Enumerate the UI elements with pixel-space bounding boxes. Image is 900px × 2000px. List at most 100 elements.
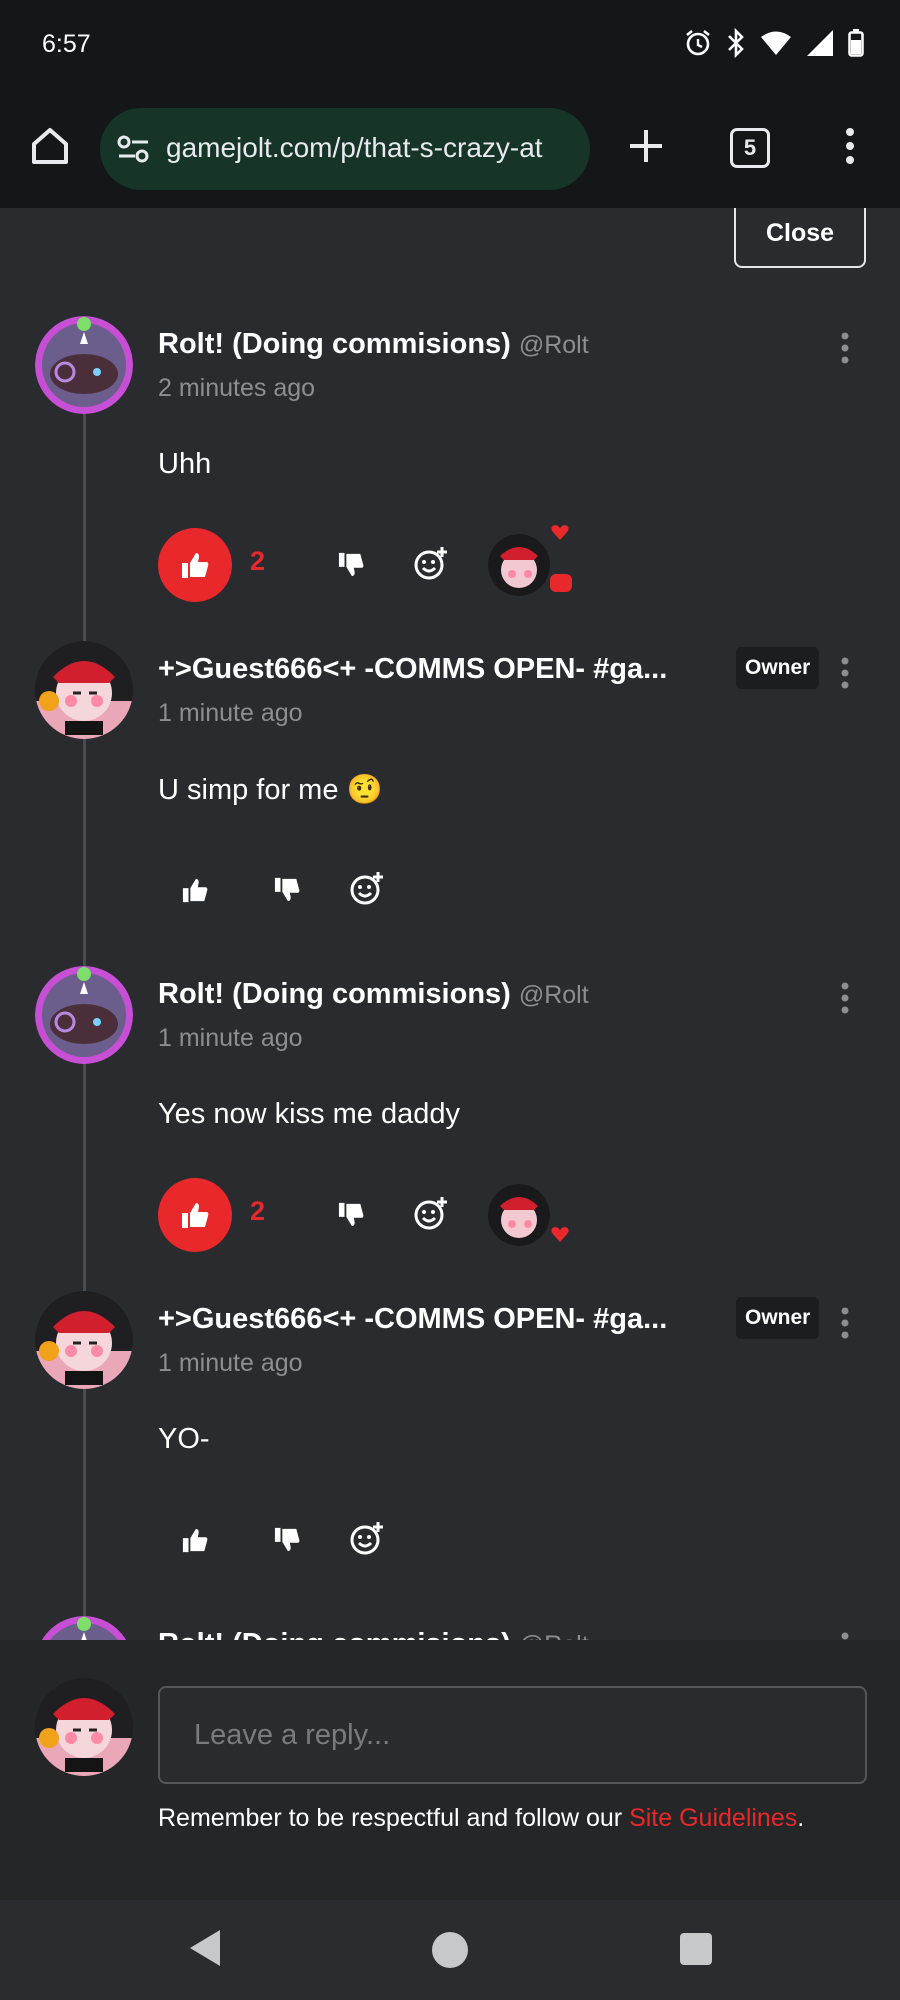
like-button[interactable]: [158, 528, 232, 602]
author-name: +>Guest666<+ -COMMS OPEN- #ga...: [158, 653, 668, 685]
address-bar[interactable]: gamejolt.com/p/that-s-crazy-at: [100, 108, 590, 190]
comment-options-button[interactable]: [838, 980, 852, 1016]
owner-badge: Owner: [736, 647, 820, 689]
thumbs-up-icon: [182, 553, 209, 578]
comment-text: U simp for me 🤨: [158, 774, 383, 806]
thumbs-down-icon: [274, 877, 300, 902]
like-count: 2: [250, 1196, 266, 1226]
dislike-button[interactable]: [326, 540, 376, 590]
add-reaction-icon: [414, 1197, 447, 1230]
like-button[interactable]: [158, 1503, 232, 1577]
comment-actions: [158, 853, 858, 927]
thumbs-up-icon: [182, 1203, 209, 1228]
reactor-avatar[interactable]: [488, 534, 550, 596]
avatar-rolt[interactable]: [35, 316, 133, 414]
thumbs-up-icon: [182, 1528, 208, 1553]
avatar-guest666[interactable]: [35, 1291, 133, 1389]
url-text: gamejolt.com/p/that-s-crazy-at: [166, 132, 543, 163]
thumbs-down-icon: [338, 1202, 364, 1227]
add-reaction-icon: [350, 1522, 383, 1555]
comment-time: 1 minute ago: [158, 1024, 303, 1052]
add-reaction-button[interactable]: [342, 863, 392, 913]
comment-actions: [158, 1503, 858, 1577]
thumbs-down-icon: [274, 1527, 300, 1552]
like-button[interactable]: [158, 853, 232, 927]
comment-actions: 2: [158, 525, 858, 602]
add-reaction-button[interactable]: [342, 1513, 392, 1563]
comment-options-button[interactable]: [838, 1630, 852, 1640]
like-button[interactable]: [158, 1178, 232, 1252]
owner-badge: Owner: [736, 1297, 820, 1339]
guidelines-text: Remember to be respectful and follow our: [158, 1804, 630, 1832]
more-vert-icon: [841, 982, 849, 1014]
comment-time: 1 minute ago: [158, 699, 303, 727]
comment-time: 1 minute ago: [158, 1349, 303, 1377]
author-handle: @Rolt: [519, 1631, 589, 1640]
avatar-rolt[interactable]: [35, 966, 133, 1064]
dislike-button[interactable]: [262, 1515, 312, 1565]
avatar-rolt[interactable]: [35, 1616, 133, 1640]
status-time: 6:57: [42, 30, 91, 58]
more-vert-icon: [841, 332, 849, 364]
author-name: Rolt! (Doing commisions): [158, 1628, 511, 1640]
comment-author[interactable]: Rolt! (Doing commisions) @Rolt: [158, 1628, 589, 1640]
site-guidelines-link[interactable]: Site Guidelines: [629, 1804, 797, 1832]
comment-options-button[interactable]: [838, 330, 852, 366]
add-reaction-button[interactable]: [406, 1188, 456, 1238]
comment-author[interactable]: Rolt! (Doing commisions)@Rolt: [158, 328, 589, 361]
add-reaction-icon: [414, 547, 447, 580]
heart-icon: [551, 1227, 569, 1242]
status-bar: 6:57: [0, 0, 900, 92]
thumbs-up-icon: [182, 878, 208, 903]
comment-author[interactable]: Rolt! (Doing commisions)@Rolt: [158, 978, 589, 1011]
comment-time: 2 minutes ago: [158, 374, 316, 402]
plus-icon: [630, 130, 662, 162]
avatar-guest666[interactable]: [35, 641, 133, 739]
comment-text: Yes now kiss me daddy: [158, 1098, 460, 1130]
current-user-avatar[interactable]: [35, 1678, 133, 1776]
more-vert-icon: [846, 128, 854, 164]
author-name: Rolt! (Doing commisions): [158, 328, 511, 360]
add-reaction-icon: [350, 872, 383, 905]
wifi-icon: [761, 31, 791, 55]
author-name: Rolt! (Doing commisions): [158, 978, 511, 1010]
comment-thread: Close Rolt! (Doing commisions) @Rolt 2 mi…: [0, 208, 900, 1640]
reply-input[interactable]: [158, 1686, 867, 1784]
back-icon[interactable]: [186, 1928, 222, 1968]
comment-text: YO-: [158, 1423, 210, 1455]
new-tab-button[interactable]: [622, 122, 670, 170]
home-nav-button[interactable]: [432, 1932, 468, 1968]
comment-options-button[interactable]: [838, 1305, 852, 1341]
close-button[interactable]: Close: [734, 208, 866, 268]
comment-options-button[interactable]: [838, 655, 852, 691]
home-button[interactable]: [26, 122, 74, 170]
thumbs-down-icon: [338, 552, 364, 577]
reply-composer: Remember to be respectful and follow our…: [0, 1640, 900, 1900]
tab-switcher-button[interactable]: 5: [730, 128, 770, 168]
signal-icon: [807, 30, 833, 56]
dislike-button[interactable]: [326, 1190, 376, 1240]
author-handle: @Rolt: [518, 331, 589, 359]
like-count: 2: [250, 546, 266, 576]
comment-author[interactable]: +>Guest666<+ -COMMS OPEN- #ga...: [158, 653, 667, 686]
more-vert-icon: [841, 1632, 849, 1640]
battery-icon: [848, 29, 864, 57]
more-vert-icon: [841, 1307, 849, 1339]
comment-reaction-icon: [550, 574, 572, 592]
status-icons: [684, 28, 864, 58]
dislike-button[interactable]: [262, 865, 312, 915]
home-icon: [32, 128, 68, 164]
site-settings-icon[interactable]: [116, 133, 152, 165]
add-reaction-button[interactable]: [406, 538, 456, 588]
comment-text: Uhh: [158, 448, 212, 480]
guidelines-period: .: [797, 1804, 805, 1832]
recents-button[interactable]: [680, 1933, 712, 1965]
alarm-icon: [686, 29, 710, 56]
author-name: +>Guest666<+ -COMMS OPEN- #ga...: [158, 1303, 668, 1335]
reactor-avatar[interactable]: [488, 1184, 550, 1246]
guidelines-notice: Remember to be respectful and follow our…: [158, 1804, 804, 1833]
author-handle: @Rolt: [518, 981, 589, 1009]
comment-author[interactable]: +>Guest666<+ -COMMS OPEN- #ga...: [158, 1303, 667, 1336]
browser-menu-button[interactable]: [838, 122, 862, 170]
more-vert-icon: [841, 657, 849, 689]
